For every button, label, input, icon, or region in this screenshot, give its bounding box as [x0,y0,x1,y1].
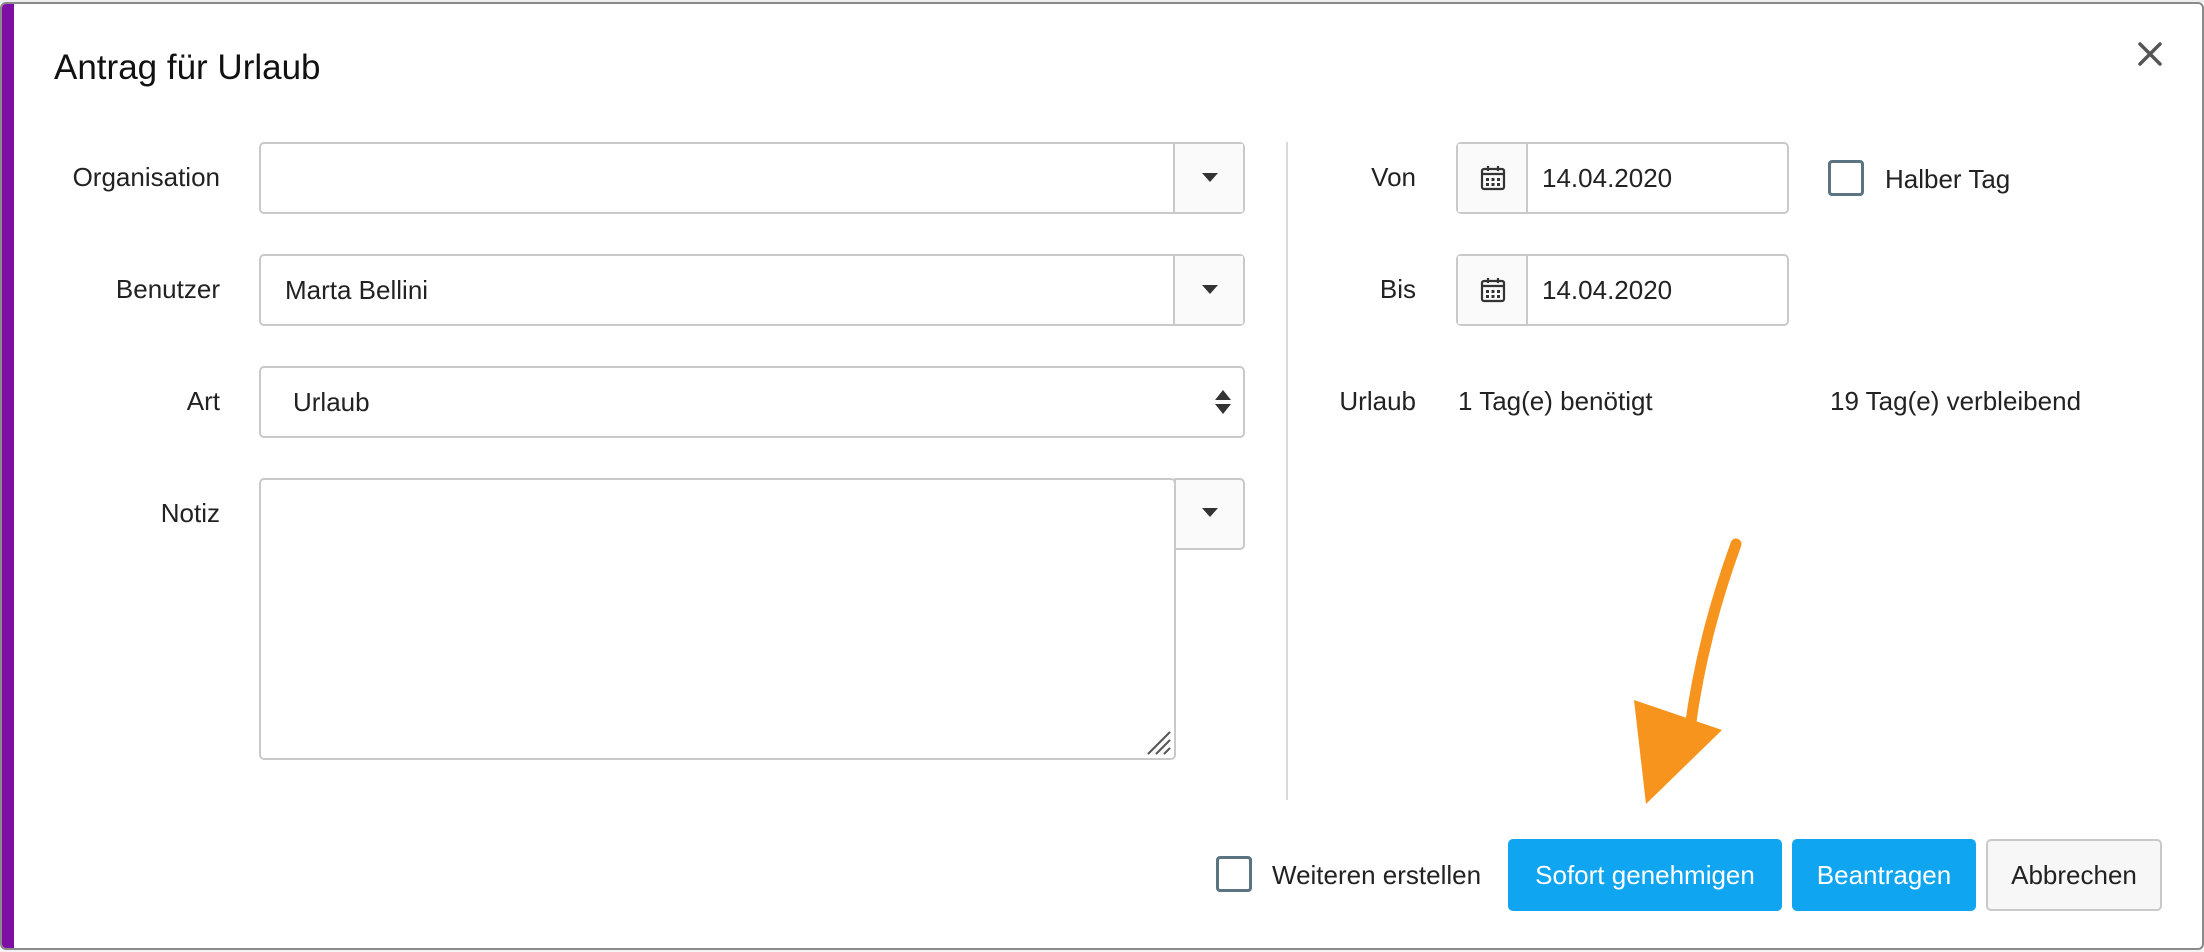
chevron-down-icon [1202,285,1218,294]
dialog-title: Antrag für Urlaub [54,48,321,87]
organisation-dropdown-button[interactable] [1173,144,1243,212]
bis-label: Bis [1379,274,1416,304]
art-label: Art [186,386,220,416]
weiteren-erstellen-label: Weiteren erstellen [1272,860,1482,890]
organisation-select[interactable] [259,142,1245,214]
days-needed-text: 1 Tag(e) benötigt [1458,386,1653,416]
cancel-button[interactable]: Abbrechen [1986,839,2162,911]
benutzer-label: Benutzer [115,274,220,304]
column-divider [1286,142,1288,800]
notiz-textarea[interactable] [259,478,1176,760]
von-date-field[interactable]: 14.04.2020 [1456,142,1789,214]
benutzer-select[interactable]: Marta Bellini [259,254,1245,326]
dialog-accent-bar [2,4,14,948]
von-label: Von [1371,162,1416,192]
request-button[interactable]: Beantragen [1792,839,1976,911]
close-icon [2138,42,2162,66]
bis-date-field[interactable]: 14.04.2020 [1456,254,1789,326]
select-updown-icon [1215,390,1231,416]
halber-tag-label: Halber Tag [1885,164,2011,194]
von-date-value: 14.04.2020 [1542,163,1673,193]
days-remaining-text: 19 Tag(e) verbleibend [1830,386,2082,416]
resize-grip-icon[interactable] [1144,728,1172,756]
halber-tag-checkbox[interactable] [1828,160,1864,196]
vacation-request-dialog: Antrag für Urlaub Organisation Benutzer … [0,2,2204,950]
notiz-dropdown-button[interactable] [1174,478,1245,550]
approve-immediately-button[interactable]: Sofort genehmigen [1508,839,1782,911]
bis-calendar-button[interactable] [1458,256,1528,324]
benutzer-value: Marta Bellini [285,275,429,305]
orange-arrow-icon [1634,538,1742,804]
art-select[interactable]: Urlaub [259,366,1245,438]
bis-date-value: 14.04.2020 [1542,275,1673,305]
benutzer-dropdown-button[interactable] [1173,256,1243,324]
chevron-down-icon [1202,173,1218,182]
chevron-down-icon [1202,508,1218,517]
art-value: Urlaub [293,387,370,417]
close-button[interactable] [2130,34,2170,74]
weiteren-erstellen-checkbox[interactable] [1216,856,1252,892]
calendar-icon [1480,166,1506,191]
notiz-label: Notiz [160,498,220,528]
calendar-icon [1480,278,1506,303]
von-calendar-button[interactable] [1458,144,1528,212]
organisation-label: Organisation [72,162,220,192]
urlaub-label: Urlaub [1339,386,1416,416]
